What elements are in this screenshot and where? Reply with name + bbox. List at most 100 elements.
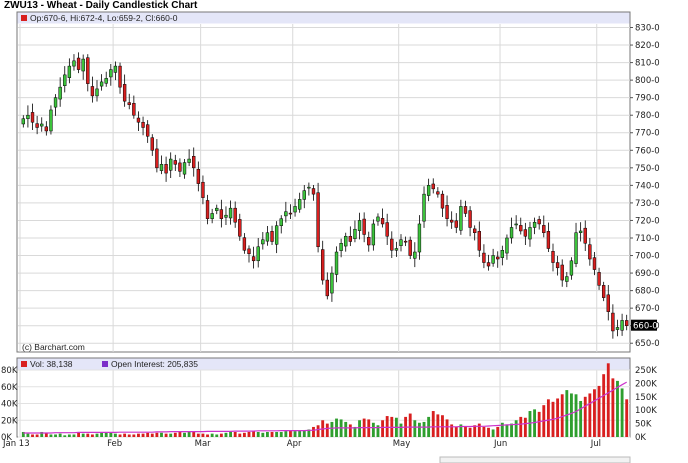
price-tick-label: 830-0 bbox=[635, 24, 660, 34]
candle-body bbox=[560, 264, 564, 281]
volume-bar bbox=[178, 431, 182, 437]
candle-body bbox=[394, 248, 399, 251]
candle-body bbox=[118, 65, 122, 88]
candle-body bbox=[473, 228, 477, 233]
volume-bar bbox=[385, 416, 389, 437]
candle-body bbox=[597, 272, 601, 286]
volume-bar bbox=[196, 433, 200, 437]
volume-bar bbox=[270, 431, 274, 437]
volume-bar bbox=[344, 421, 348, 437]
price-tick-label: 770-0 bbox=[635, 129, 660, 139]
volume-bar bbox=[496, 426, 500, 437]
candle-body bbox=[145, 124, 150, 137]
volume-bar bbox=[597, 385, 601, 437]
candle-body bbox=[95, 88, 99, 97]
volume-bar bbox=[95, 433, 99, 437]
price-tick-label: 710-0 bbox=[635, 234, 660, 244]
volume-bar bbox=[187, 431, 191, 437]
volume-bar bbox=[330, 421, 334, 437]
volume-bar bbox=[169, 433, 173, 437]
volume-tick-right: 0K bbox=[635, 433, 646, 443]
candle-body bbox=[63, 74, 67, 86]
candle-body bbox=[265, 232, 270, 242]
volume-bar bbox=[275, 431, 279, 437]
candle-body bbox=[321, 249, 325, 281]
volume-bar bbox=[445, 419, 449, 437]
volume-bar bbox=[477, 423, 481, 437]
volume-bar bbox=[77, 432, 81, 437]
candle-body bbox=[334, 251, 339, 275]
candle-body bbox=[468, 210, 472, 228]
candle-body bbox=[136, 117, 141, 123]
candle-body bbox=[519, 225, 523, 232]
candle-body bbox=[238, 219, 242, 237]
price-tick-label: 780-0 bbox=[635, 111, 660, 121]
candle-body bbox=[99, 81, 104, 87]
volume-bar bbox=[238, 433, 242, 437]
candle-body bbox=[49, 109, 53, 132]
volume-tick-right: 100K bbox=[635, 406, 657, 416]
x-tick-label: Mar bbox=[195, 439, 212, 449]
candlestick-chart-svg: Op:670-6, Hi:672-4, Lo:659-2, Cl:660-0 (… bbox=[1, 11, 660, 463]
volume-bar bbox=[579, 400, 583, 437]
candle-body bbox=[426, 185, 431, 196]
price-tick-label: 810-0 bbox=[635, 59, 660, 69]
volume-bar bbox=[505, 424, 509, 437]
candle-body bbox=[491, 255, 495, 264]
candle-body bbox=[205, 200, 210, 219]
candle-body bbox=[90, 86, 95, 97]
candle-body bbox=[316, 192, 320, 248]
volume-bar bbox=[348, 424, 352, 437]
open-interest-label: Open Interest: 205,835 bbox=[111, 359, 198, 369]
candle-body bbox=[270, 231, 274, 242]
volume-bar bbox=[67, 434, 71, 437]
price-tick-label: 790-0 bbox=[635, 94, 660, 104]
candle-body bbox=[431, 183, 435, 190]
candle-body bbox=[385, 222, 389, 237]
volume-bar bbox=[229, 431, 233, 437]
volume-bar bbox=[123, 433, 127, 437]
volume-bar bbox=[441, 415, 444, 437]
price-tick-label: 760-0 bbox=[635, 146, 660, 156]
volume-legend-bar bbox=[17, 358, 630, 370]
candle-body bbox=[362, 218, 366, 235]
x-tick-label: Jun bbox=[493, 439, 507, 449]
volume-bar bbox=[72, 434, 76, 437]
volume-bar bbox=[109, 432, 113, 437]
candle-body bbox=[150, 137, 154, 151]
volume-bar bbox=[371, 422, 375, 437]
candle-body bbox=[58, 86, 62, 100]
candle-body bbox=[486, 262, 491, 267]
volume-bar bbox=[49, 434, 53, 437]
candle-body bbox=[279, 218, 283, 226]
volume-bar bbox=[242, 432, 246, 437]
candle-body bbox=[417, 223, 422, 253]
scroll-strip[interactable] bbox=[439, 456, 631, 463]
volume-bar bbox=[436, 414, 440, 437]
volume-bar bbox=[183, 432, 186, 437]
volume-bar bbox=[473, 425, 477, 437]
volume-bar bbox=[574, 394, 578, 437]
candle-body bbox=[509, 227, 514, 239]
volume-bar bbox=[100, 432, 104, 437]
candle-body bbox=[297, 199, 302, 210]
price-tick-label: 680-0 bbox=[635, 287, 660, 297]
volume-tick-left: 0K bbox=[1, 433, 12, 443]
candle-body bbox=[523, 229, 528, 237]
candle-body bbox=[325, 279, 329, 297]
candle-body bbox=[546, 231, 551, 249]
candle-body bbox=[496, 256, 500, 260]
volume-bar bbox=[523, 417, 527, 437]
candle-body bbox=[477, 231, 481, 251]
candle-body bbox=[215, 207, 219, 211]
volume-bar bbox=[160, 432, 163, 437]
candle-body bbox=[247, 248, 251, 255]
volume-bar bbox=[588, 393, 592, 437]
volume-bar bbox=[569, 393, 573, 437]
price-tick-label: 730-0 bbox=[635, 199, 660, 209]
candle-body bbox=[542, 225, 546, 233]
candle-body bbox=[551, 251, 555, 263]
volume-bar bbox=[422, 421, 426, 437]
volume-bar bbox=[487, 427, 490, 437]
volume-bar bbox=[293, 431, 297, 437]
